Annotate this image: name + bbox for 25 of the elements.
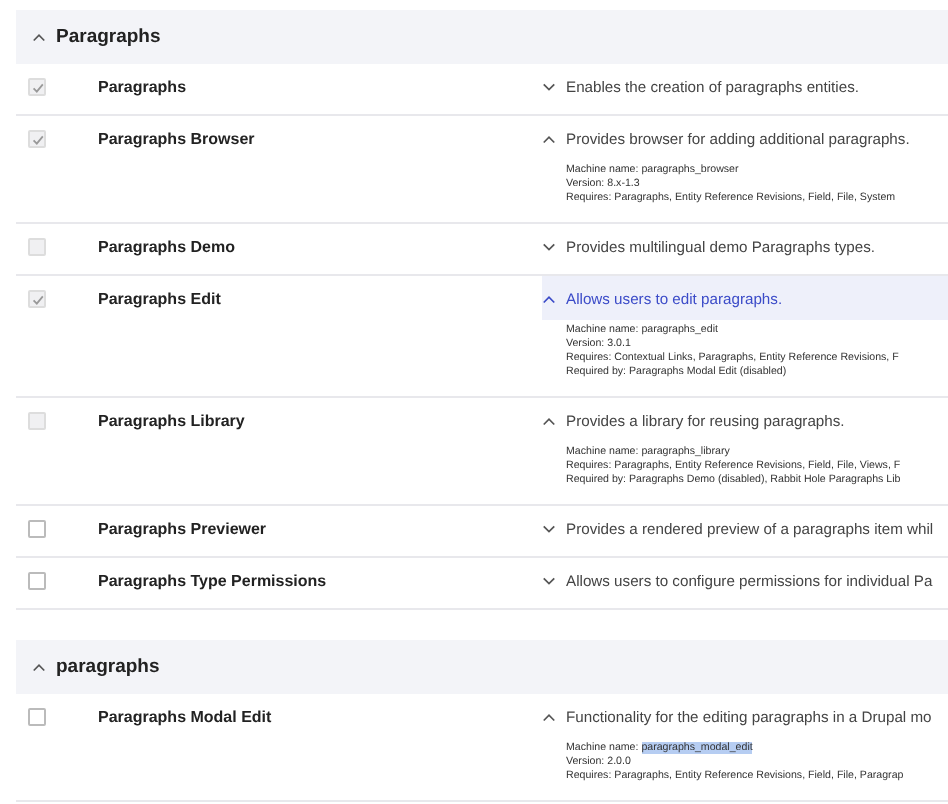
- checkbox[interactable]: [28, 520, 46, 538]
- module-name: Paragraphs: [98, 76, 189, 100]
- module-name: Paragraphs Edit: [98, 288, 223, 312]
- module-name: Paragraphs Previewer: [98, 518, 269, 542]
- section-header[interactable]: Paragraphs: [16, 10, 948, 64]
- module-name: Paragraphs Type Permissions: [98, 570, 329, 594]
- caret-icon: [542, 242, 556, 252]
- caret-icon: [542, 82, 556, 92]
- checkbox[interactable]: [28, 572, 46, 590]
- caret-icon: [542, 294, 556, 304]
- checkbox[interactable]: [28, 708, 46, 726]
- caret-icon: [542, 576, 556, 586]
- module-name: Paragraphs Modal Edit: [98, 706, 274, 730]
- caret-icon: [542, 712, 556, 722]
- module-name: Paragraphs Demo: [98, 236, 237, 260]
- module-name: Paragraphs Browser: [98, 128, 257, 152]
- caret-icon: [542, 524, 556, 534]
- section-header[interactable]: paragraphs: [16, 640, 948, 694]
- section-title: Paragraphs: [56, 26, 161, 48]
- caret-icon: [32, 32, 46, 42]
- section-title: paragraphs: [56, 656, 160, 678]
- caret-icon: [32, 662, 46, 672]
- module-name: Paragraphs Library: [98, 410, 247, 434]
- caret-icon: [542, 134, 556, 144]
- caret-icon: [542, 416, 556, 426]
